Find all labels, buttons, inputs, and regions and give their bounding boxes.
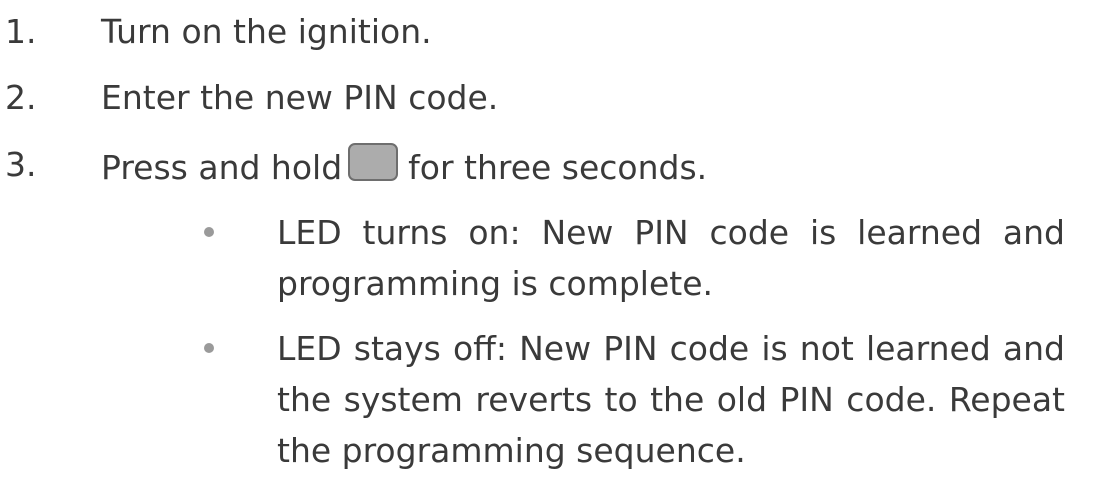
step-text: Turn on the ignition. xyxy=(101,12,432,51)
step-text: Press and hold for three seconds. xyxy=(101,143,707,190)
step-number: 2. xyxy=(5,78,37,117)
result-item: LED stays off: New PIN code is not learn… xyxy=(277,329,1065,470)
step-number: 3. xyxy=(5,145,37,184)
bullet-icon xyxy=(204,227,214,237)
result-item: LED turns on: New PIN code is learned an… xyxy=(277,213,1065,303)
step-text: Enter the new PIN code. xyxy=(101,78,499,117)
step-text-after: for three seconds. xyxy=(408,148,708,187)
bullet-icon xyxy=(204,343,214,353)
key-button-icon xyxy=(348,143,399,181)
step-text-before: Press and hold xyxy=(101,148,343,187)
step-number: 1. xyxy=(5,12,37,51)
